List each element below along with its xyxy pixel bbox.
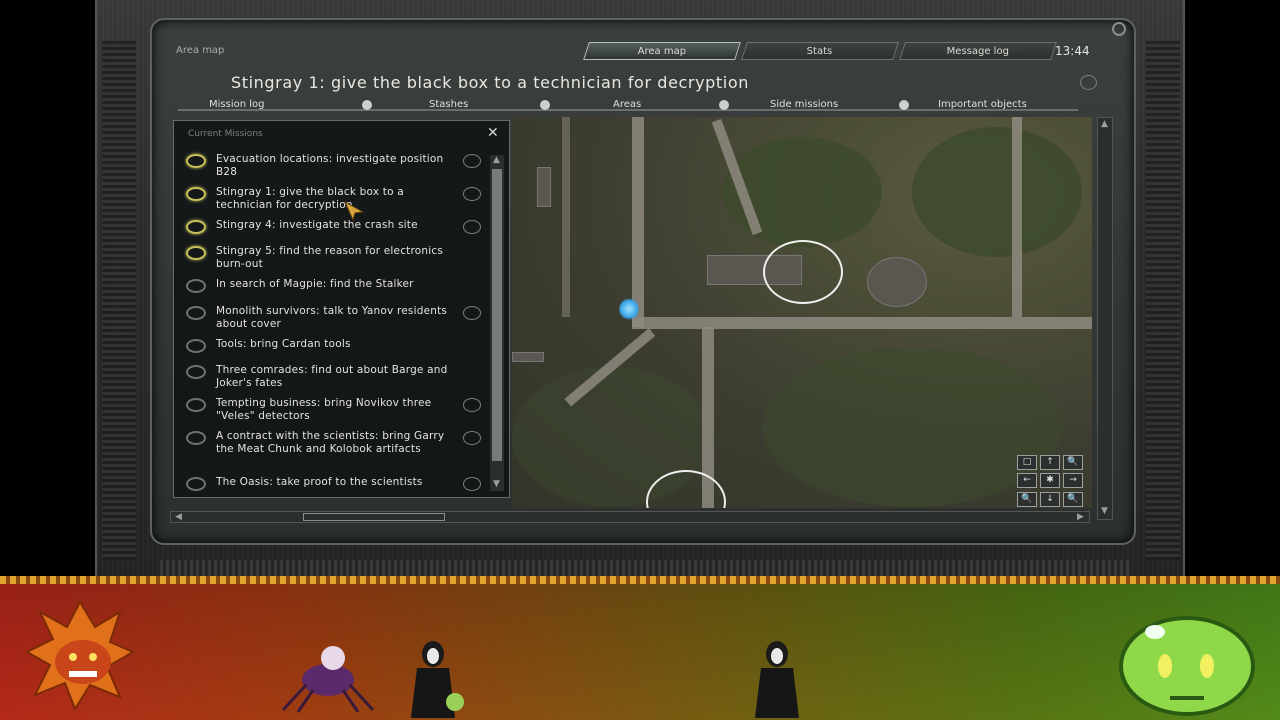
vegetation (912, 127, 1082, 257)
hooded-figure-sprite (755, 641, 799, 718)
mission-list-scrollbar[interactable]: ▲ ▼ (490, 155, 504, 491)
road (632, 117, 644, 327)
road (1012, 117, 1022, 317)
road (632, 317, 1092, 329)
locate-icon[interactable] (463, 187, 481, 201)
subtab-side-missions[interactable]: Side missions (719, 97, 838, 113)
top-tabs: Area map Stats Message log (583, 42, 1060, 60)
mission-status-icon (186, 477, 206, 491)
locate-icon[interactable] (463, 306, 481, 320)
scroll-down-icon[interactable]: ▼ (493, 479, 500, 489)
mission-status-icon (186, 154, 206, 168)
mission-status-icon (186, 339, 206, 353)
green-slime-sprite (1119, 616, 1255, 716)
map-controls: □ ↑ 🔍 ← ✱ → 🔍 ↓ 🔍 (1017, 455, 1087, 507)
pan-down-button[interactable]: ↓ (1040, 491, 1060, 507)
scroll-down-icon[interactable]: ▼ (1101, 506, 1108, 516)
left-grille (102, 40, 136, 560)
stream-overlay-bar (0, 576, 1280, 720)
locate-icon[interactable] (463, 431, 481, 445)
fire-monster-sprite (25, 599, 135, 712)
mission-status-icon (186, 279, 206, 293)
subtab-stashes[interactable]: Stashes (362, 97, 468, 113)
pan-right-button[interactable]: → (1063, 473, 1083, 489)
building (867, 257, 927, 307)
mission-status-icon (186, 246, 206, 260)
mission-status-icon (186, 431, 206, 445)
tab-message-log[interactable]: Message log (899, 42, 1057, 60)
current-missions-panel: Current Missions ✕ Evacuation locations:… (173, 120, 510, 498)
subtab-important-objects[interactable]: Important objects (899, 97, 1027, 113)
subtab-areas[interactable]: Areas (540, 97, 641, 113)
building (537, 167, 551, 207)
scroll-up-icon[interactable]: ▲ (493, 155, 500, 165)
zoom-in-button[interactable]: 🔍 (1063, 455, 1083, 470)
tab-stats[interactable]: Stats (741, 42, 899, 60)
center-player-button[interactable]: ✱ (1040, 473, 1060, 489)
hooded-figure-sprite (411, 641, 464, 718)
mission-status-icon (186, 187, 206, 201)
zoom-out-button[interactable]: 🔍 (1017, 491, 1037, 507)
mission-status-icon (186, 365, 206, 379)
road (562, 117, 570, 317)
zoom-reset-button[interactable]: 🔍 (1063, 491, 1083, 507)
subtab-mission-log[interactable]: Mission log (209, 97, 264, 113)
mission-status-icon (186, 306, 206, 320)
toggle-dot-icon[interactable] (719, 100, 729, 110)
power-icon[interactable] (1112, 22, 1126, 36)
player-marker-icon (619, 298, 639, 320)
subtabs: Mission log Stashes Areas Side missions … (178, 97, 1078, 113)
locate-icon[interactable] (463, 477, 481, 491)
target-icon[interactable] (1080, 75, 1097, 90)
toggle-dot-icon[interactable] (540, 100, 550, 110)
map-horizontal-scrollbar[interactable]: ◀ ▶ (170, 511, 1090, 523)
tab-area-map[interactable]: Area map (583, 42, 741, 60)
area-label: Area map (176, 45, 225, 56)
close-icon[interactable]: ✕ (487, 125, 499, 141)
spider-character-sprite (281, 646, 375, 713)
locate-icon[interactable] (463, 398, 481, 412)
pan-up-button[interactable]: ↑ (1040, 455, 1060, 470)
scroll-up-icon[interactable]: ▲ (1101, 119, 1108, 129)
building (512, 352, 544, 362)
locate-icon[interactable] (463, 154, 481, 168)
bottom-vent (160, 560, 1130, 576)
scroll-thumb[interactable] (492, 169, 502, 461)
map-vertical-scrollbar[interactable]: ▲ ▼ (1097, 117, 1113, 520)
scroll-left-icon[interactable]: ◀ (175, 512, 182, 522)
mouse-cursor-icon (343, 200, 365, 222)
toggle-dot-icon[interactable] (362, 100, 372, 110)
area-map[interactable] (512, 117, 1092, 508)
scroll-thumb[interactable] (303, 513, 445, 521)
legend-button[interactable]: □ (1017, 455, 1037, 470)
locate-icon[interactable] (463, 220, 481, 234)
overlay-border (0, 576, 1280, 584)
objective-ring[interactable] (763, 240, 843, 304)
mission-status-icon (186, 220, 206, 234)
pan-left-button[interactable]: ← (1017, 473, 1037, 489)
mission-status-icon (186, 398, 206, 412)
toggle-dot-icon[interactable] (899, 100, 909, 110)
page-title: Stingray 1: give the black box to a tech… (231, 73, 749, 92)
right-grille (1146, 40, 1180, 560)
scroll-right-icon[interactable]: ▶ (1077, 512, 1084, 522)
clock: 13:44 (1055, 44, 1090, 58)
panel-title: Current Missions (188, 129, 263, 139)
